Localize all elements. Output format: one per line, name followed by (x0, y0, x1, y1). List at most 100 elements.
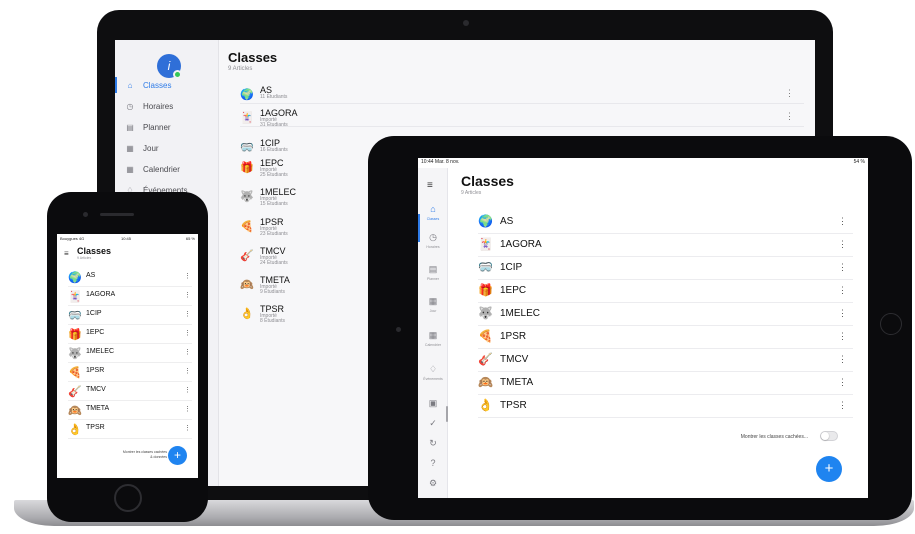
list-item[interactable]: 🥽 1CIP ⋮ (68, 306, 192, 325)
rail-item-jour[interactable]: ▦ Jour (418, 296, 448, 313)
more-options-icon[interactable]: ⋮ (838, 239, 847, 250)
list-item[interactable]: 🍕 1PSR ⋮ (68, 363, 192, 382)
more-options-icon[interactable]: ⋮ (838, 331, 847, 342)
class-meta-line: 23 Étudiants (260, 231, 288, 237)
more-options-icon[interactable]: ⋮ (838, 377, 847, 388)
more-options-icon[interactable]: ⋮ (184, 367, 191, 375)
class-emoji-icon: 🎁 (240, 162, 254, 174)
class-meta-line: 8 Étudiants (260, 318, 286, 324)
active-indicator (115, 77, 117, 93)
class-meta-line: 9 Étudiants (260, 289, 286, 295)
schedule-icon: ◷ (429, 232, 437, 242)
hamburger-menu-icon[interactable]: ≡ (64, 249, 69, 258)
list-item[interactable]: 🎁 1EPC ⋮ (478, 280, 853, 303)
page-title: Classes (77, 246, 112, 256)
class-emoji-icon: 🎸 (68, 386, 82, 398)
more-options-icon[interactable]: ⋮ (785, 88, 794, 99)
toggle-knob (821, 432, 829, 440)
rail-item-check[interactable]: ✓ (418, 418, 448, 429)
more-options-icon[interactable]: ⋮ (184, 386, 191, 394)
list-item[interactable]: 🍕 1PSR ⋮ (478, 326, 853, 349)
list-item[interactable]: 🐺 1MELEC ⋮ (68, 344, 192, 363)
sidebar-item-label: Horaires (143, 101, 174, 111)
list-item[interactable]: 🥽 1CIP ⋮ (478, 257, 853, 280)
more-options-icon[interactable]: ⋮ (838, 262, 847, 273)
more-options-icon[interactable]: ⋮ (838, 285, 847, 296)
phone-home-button[interactable] (114, 484, 142, 512)
list-item[interactable]: 🙉 TMETA ⋮ (478, 372, 853, 395)
rail-item-planner[interactable]: ▤ Planner (418, 264, 448, 281)
list-item[interactable]: 🌍 AS ⋮ (68, 268, 192, 287)
rail-item-grade[interactable]: ▣ (418, 398, 448, 409)
rail-item--v-nements[interactable]: ♢ Événements (418, 364, 448, 381)
sidebar-item-jour[interactable]: ▦ Jour (123, 139, 158, 157)
more-options-icon[interactable]: ⋮ (838, 216, 847, 227)
class-name: AS (500, 216, 514, 227)
class-meta-line: 25 Étudiants (260, 172, 288, 178)
more-options-icon[interactable]: ⋮ (838, 400, 847, 411)
class-name: 1AGORA (86, 291, 116, 298)
sidebar-item-classes[interactable]: ⌂ Classes (123, 76, 172, 94)
show-hidden-classes-label: Montrer les classes cachées... (740, 434, 808, 440)
list-item[interactable]: 🐺 1MELEC ⋮ (478, 303, 853, 326)
sidebar-item-planner[interactable]: ▤ Planner (123, 118, 170, 136)
class-meta-line: 15 Étudiants (260, 201, 288, 207)
class-meta-line: 16 Étudiants (260, 147, 288, 153)
list-item[interactable]: 👌 TPSR ⋮ (478, 395, 853, 418)
class-emoji-icon: 🎁 (68, 329, 82, 341)
sidebar-item-horaires[interactable]: ◷ Horaires (123, 97, 174, 115)
list-item[interactable]: 🃏 1AGORA ⋮ (68, 287, 192, 306)
rail-item-classes[interactable]: ⌂ Classes (418, 204, 448, 221)
class-meta: Importé 31 Étudiants (260, 118, 288, 128)
more-options-icon[interactable]: ⋮ (184, 310, 191, 318)
list-item[interactable]: 🙉 TMETA ⋮ (68, 401, 192, 420)
add-class-button[interactable]: + (816, 456, 842, 482)
list-item[interactable]: 🎁 1EPC ⋮ (68, 325, 192, 344)
show-hidden-classes-toggle[interactable] (820, 431, 838, 441)
rail-item-sync[interactable]: ↻ (418, 438, 448, 449)
more-options-icon[interactable]: ⋮ (184, 272, 191, 280)
add-class-button[interactable]: + (168, 446, 187, 465)
rail-item-settings[interactable]: ⚙ (418, 478, 448, 489)
more-options-icon[interactable]: ⋮ (184, 405, 191, 413)
list-item[interactable]: 🎸 TMCV ⋮ (68, 382, 192, 401)
class-meta: Importé 24 Étudiants (260, 256, 288, 266)
rail-item-help[interactable]: ? (418, 458, 448, 469)
class-emoji-icon: 🙉 (478, 375, 493, 389)
sync-icon: ↻ (429, 438, 437, 448)
rail-item-calendrier[interactable]: ▦ Calendrier (418, 330, 448, 347)
list-item[interactable]: 🌍 AS ⋮ (478, 211, 853, 234)
rail-item-horaires[interactable]: ◷ Horaires (418, 232, 448, 249)
help-icon: ? (430, 458, 436, 468)
more-options-icon[interactable]: ⋮ (184, 291, 191, 299)
sidebar-item-calendrier[interactable]: ▦ Calendrier (123, 160, 180, 178)
navigation-rail: ≡ ⌂ Classes ◷ Horaires ▤ Planner ▦ Jour ▦ Calendr… (418, 168, 448, 498)
class-emoji-icon: 👌 (240, 308, 254, 320)
table-row[interactable]: 🌍 AS 11 Étudiants ⋮ (240, 84, 804, 104)
sidebar-item-label: Calendrier (143, 164, 180, 174)
list-item[interactable]: 👌 TPSR ⋮ (68, 420, 192, 439)
class-emoji-icon: 🌍 (68, 272, 82, 284)
rail-scrollbar[interactable] (446, 406, 448, 422)
more-options-icon[interactable]: ⋮ (838, 308, 847, 319)
schedule-icon: ◷ (126, 101, 134, 111)
more-options-icon[interactable]: ⋮ (838, 354, 847, 365)
tablet-screen: 10:44 Mar. 8 nov. 54 % ≡ ⌂ Classes ◷ Horair… (418, 158, 868, 498)
class-emoji-icon: 🌍 (478, 214, 493, 228)
more-options-icon[interactable]: ⋮ (184, 329, 191, 337)
list-item[interactable]: 🃏 1AGORA ⋮ (478, 234, 853, 257)
show-hidden-classes-label[interactable]: Montrer les classes cachées & données (97, 450, 167, 460)
class-emoji-icon: 🙉 (68, 405, 82, 417)
class-meta: Importé 15 Étudiants (260, 197, 288, 207)
tablet-home-button[interactable] (880, 313, 902, 335)
more-options-icon[interactable]: ⋮ (785, 111, 794, 122)
more-options-icon[interactable]: ⋮ (184, 424, 191, 432)
class-name: 1CIP (500, 262, 523, 273)
hamburger-menu-icon[interactable]: ≡ (427, 180, 433, 191)
table-row[interactable]: 🃏 1AGORA Importé 31 Étudiants ⋮ (240, 107, 804, 128)
class-meta: Importé 25 Étudiants (260, 168, 288, 178)
class-emoji-icon: 🥽 (478, 260, 493, 274)
online-status-dot (173, 70, 182, 79)
more-options-icon[interactable]: ⋮ (184, 348, 191, 356)
list-item[interactable]: 🎸 TMCV ⋮ (478, 349, 853, 372)
